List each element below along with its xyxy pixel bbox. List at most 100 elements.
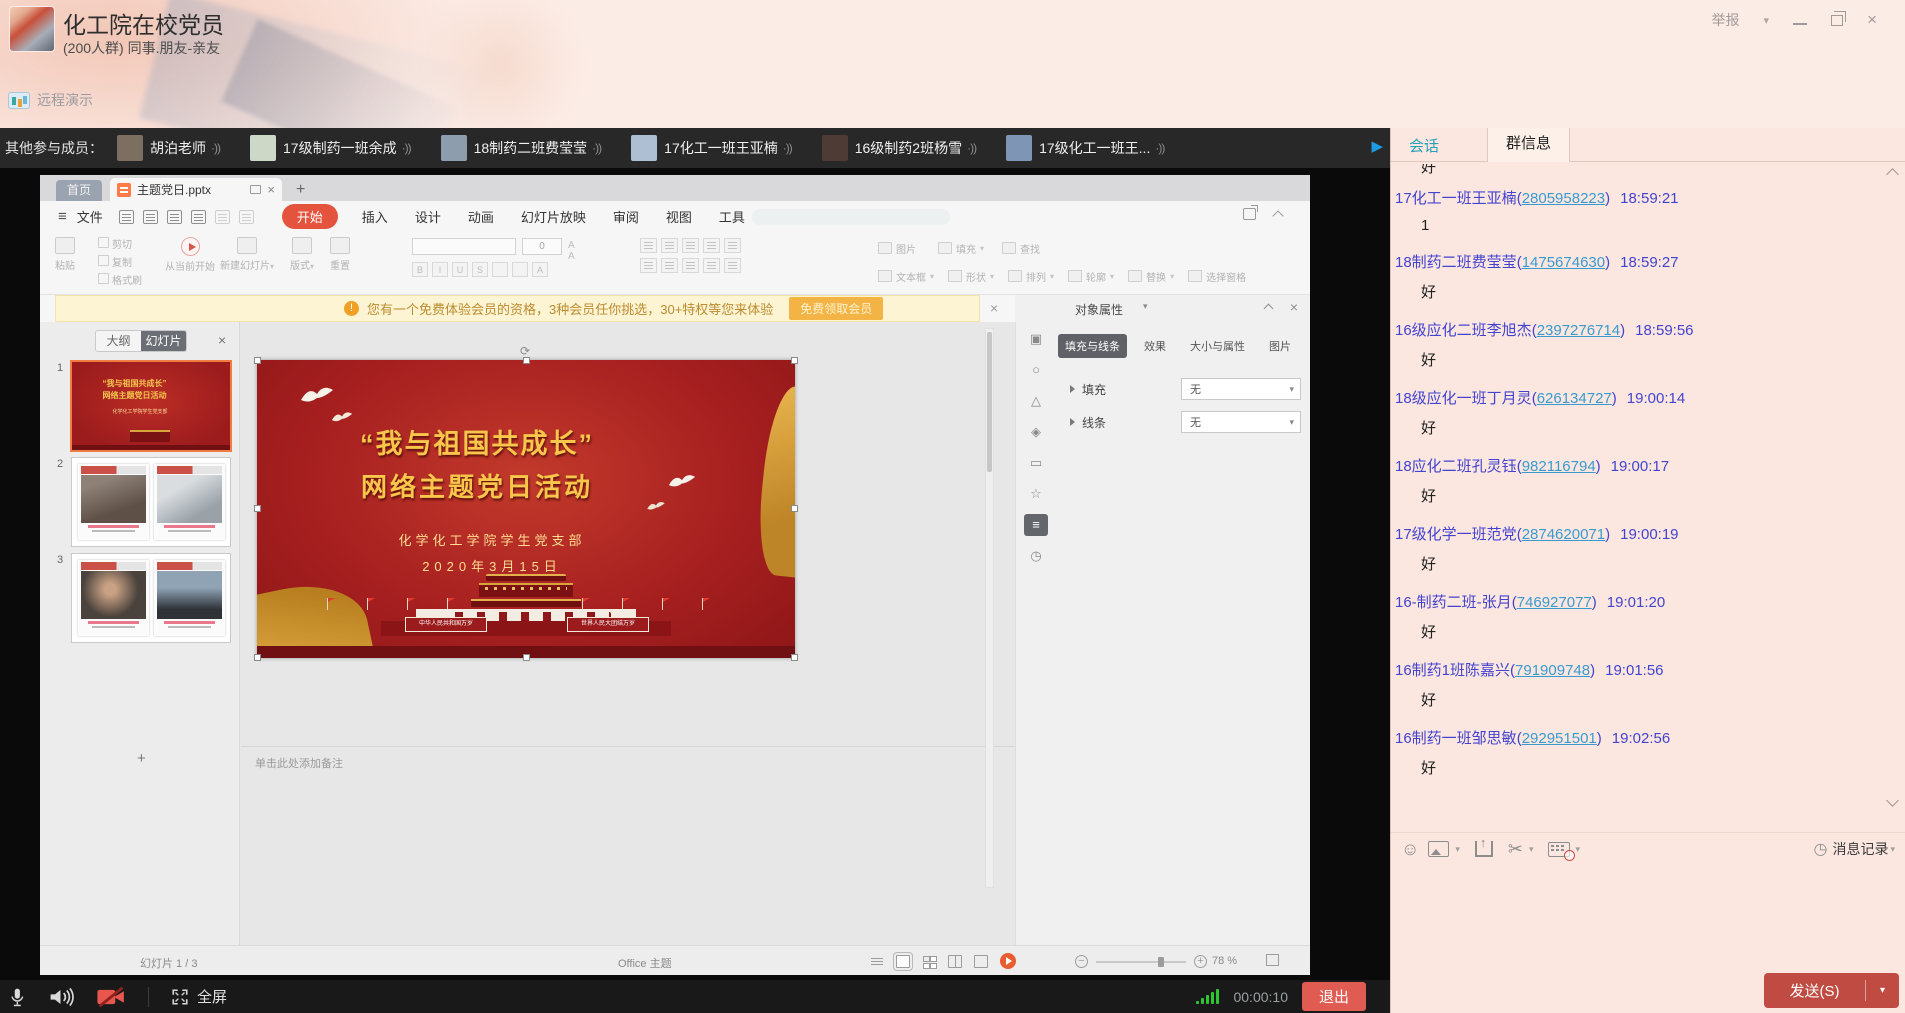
- zoom-in-icon[interactable]: +: [1194, 955, 1207, 968]
- restore-button[interactable]: [1831, 15, 1843, 26]
- wps-menu-tab[interactable]: 幻灯片放映: [521, 207, 586, 226]
- chevron-down-icon[interactable]: ▾: [1529, 844, 1534, 855]
- property-value-select[interactable]: 无▾: [1181, 411, 1301, 433]
- selection-handle[interactable]: [523, 357, 530, 364]
- ribbon-button[interactable]: 排列▾: [1008, 269, 1054, 284]
- underline-icon[interactable]: U: [452, 262, 468, 277]
- fit-to-window-icon[interactable]: [1266, 954, 1279, 966]
- camera-off-icon[interactable]: [96, 986, 126, 1008]
- sender-qq-link[interactable]: 2397276714: [1537, 322, 1620, 339]
- participant-entry[interactable]: 17级化工一班王... ·)): [1006, 135, 1164, 161]
- ribbon-button[interactable]: 新建幻灯片▾: [220, 237, 274, 272]
- redo-icon[interactable]: [239, 210, 254, 224]
- canvas-scrollbar[interactable]: [985, 328, 994, 888]
- tab-outline[interactable]: 大纲: [96, 331, 141, 351]
- wps-home-tab[interactable]: 首页: [56, 180, 102, 201]
- zoom-slider-thumb[interactable]: [1158, 957, 1164, 967]
- notes-placeholder[interactable]: 单击此处添加备注: [255, 755, 343, 771]
- message-block-icon[interactable]: [1548, 842, 1570, 857]
- properties-category-icon[interactable]: ◷: [1024, 545, 1048, 567]
- share-icon[interactable]: [1243, 208, 1256, 220]
- selection-handle[interactable]: [791, 357, 798, 364]
- message-history-button[interactable]: ◷ 消息记录 ▾: [1814, 839, 1896, 859]
- ribbon-button[interactable]: 查找: [1002, 241, 1044, 256]
- align-center-icon[interactable]: [661, 238, 678, 253]
- chevron-down-icon[interactable]: ▾: [1764, 14, 1770, 27]
- close-button[interactable]: ×: [1867, 13, 1877, 27]
- expand-arrow-icon[interactable]: [1070, 418, 1075, 426]
- zoom-percentage[interactable]: 78 %: [1212, 955, 1237, 967]
- slide-thumbnail-3[interactable]: [72, 554, 230, 642]
- minimize-button[interactable]: [1793, 23, 1807, 25]
- font-grow-shrink-icons[interactable]: A A: [568, 240, 578, 262]
- ribbon-button[interactable]: 替换▾: [1128, 269, 1174, 284]
- zoom-slider[interactable]: [1096, 961, 1186, 963]
- report-button[interactable]: 举报: [1712, 10, 1740, 30]
- properties-tab[interactable]: 大小与属性: [1183, 334, 1252, 358]
- group-avatar[interactable]: [10, 7, 54, 51]
- sender-qq-link[interactable]: 791909748: [1515, 662, 1590, 679]
- participant-entry[interactable]: 17化工一班王亚楠 ·)): [631, 135, 792, 161]
- properties-tab[interactable]: 图片: [1262, 334, 1298, 358]
- scrollbar-thumb[interactable]: [987, 332, 992, 472]
- selection-handle[interactable]: [254, 654, 261, 661]
- hamburger-menu-icon[interactable]: ≡: [58, 208, 67, 225]
- save-icon[interactable]: [143, 210, 158, 224]
- selection-handle[interactable]: [254, 357, 261, 364]
- scroll-up-icon[interactable]: [1886, 168, 1899, 181]
- ribbon-button[interactable]: 填充▾: [938, 241, 984, 256]
- participant-entry[interactable]: 16级制药2班杨雪 ·)): [822, 135, 976, 161]
- ribbon-small-button[interactable]: 复制: [98, 254, 142, 269]
- indent-decrease-icon[interactable]: [682, 258, 699, 273]
- sender-qq-link[interactable]: 982116794: [1522, 458, 1596, 475]
- close-panel-icon[interactable]: ×: [1290, 299, 1298, 315]
- zoom-out-icon[interactable]: −: [1075, 955, 1088, 968]
- print-icon[interactable]: [167, 210, 182, 224]
- properties-tab[interactable]: 效果: [1137, 334, 1173, 358]
- slide-sorter-icon[interactable]: [922, 955, 936, 968]
- undo-icon[interactable]: [215, 210, 230, 224]
- ribbon-small-button[interactable]: 格式刷: [98, 272, 142, 287]
- reading-view-icon[interactable]: [948, 955, 962, 968]
- fullscreen-label[interactable]: 全屏: [197, 986, 227, 1007]
- ribbon-small-button[interactable]: 剪切: [98, 236, 142, 251]
- shadow-icon[interactable]: [492, 262, 508, 277]
- play-from-current-button[interactable]: 从当前开始: [165, 237, 215, 273]
- selection-handle[interactable]: [791, 505, 798, 512]
- properties-category-icon[interactable]: ▣: [1024, 328, 1048, 350]
- property-value-select[interactable]: 无▾: [1181, 378, 1301, 400]
- wps-menu-tab[interactable]: 动画: [468, 207, 494, 226]
- align-left-icon[interactable]: [640, 238, 657, 253]
- align-right-icon[interactable]: [682, 238, 699, 253]
- slide-thumbnail-2[interactable]: [72, 458, 230, 546]
- wps-menu-tab[interactable]: 审阅: [613, 207, 639, 226]
- preview-icon[interactable]: [191, 210, 206, 224]
- selection-handle[interactable]: [791, 654, 798, 661]
- strikethrough-icon[interactable]: S: [472, 262, 488, 277]
- fullscreen-icon[interactable]: [171, 988, 189, 1006]
- present-icon[interactable]: [250, 185, 261, 194]
- screenshot-icon[interactable]: ✂: [1508, 839, 1523, 860]
- collapse-ribbon-icon[interactable]: [1272, 210, 1283, 221]
- chat-message-list[interactable]: 好 17化工一班王亚楠(2805958223)18:59:21 1 18制药二班…: [1391, 164, 1885, 806]
- selection-handle[interactable]: [254, 505, 261, 512]
- sender-qq-link[interactable]: 746927077: [1517, 594, 1592, 611]
- participant-entry[interactable]: 18制药二班费莹莹 ·)): [441, 135, 602, 161]
- sender-qq-link[interactable]: 626134727: [1537, 390, 1612, 407]
- font-name-select[interactable]: [412, 238, 516, 255]
- highlight-icon[interactable]: [512, 262, 528, 277]
- wps-menu-tab[interactable]: 视图: [666, 207, 692, 226]
- properties-category-icon[interactable]: ▭: [1024, 452, 1048, 474]
- font-color-icon[interactable]: A: [532, 262, 548, 277]
- wps-menu-tab[interactable]: 工具: [719, 207, 745, 226]
- upload-file-icon[interactable]: [1475, 841, 1493, 857]
- properties-category-icon[interactable]: ☆: [1024, 483, 1048, 505]
- wps-menu-tab[interactable]: 插入: [362, 207, 388, 226]
- participant-entry[interactable]: 胡泊老师 ·)): [117, 135, 220, 161]
- wps-document-tab[interactable]: 主题党日.pptx ×: [110, 178, 282, 201]
- emoji-icon[interactable]: ☺: [1401, 839, 1419, 860]
- wps-menu-tab[interactable]: 设计: [415, 207, 441, 226]
- tab-group-info[interactable]: 群信息: [1487, 128, 1570, 162]
- sender-qq-link[interactable]: 292951501: [1522, 730, 1597, 747]
- handout-view-icon[interactable]: [974, 955, 988, 968]
